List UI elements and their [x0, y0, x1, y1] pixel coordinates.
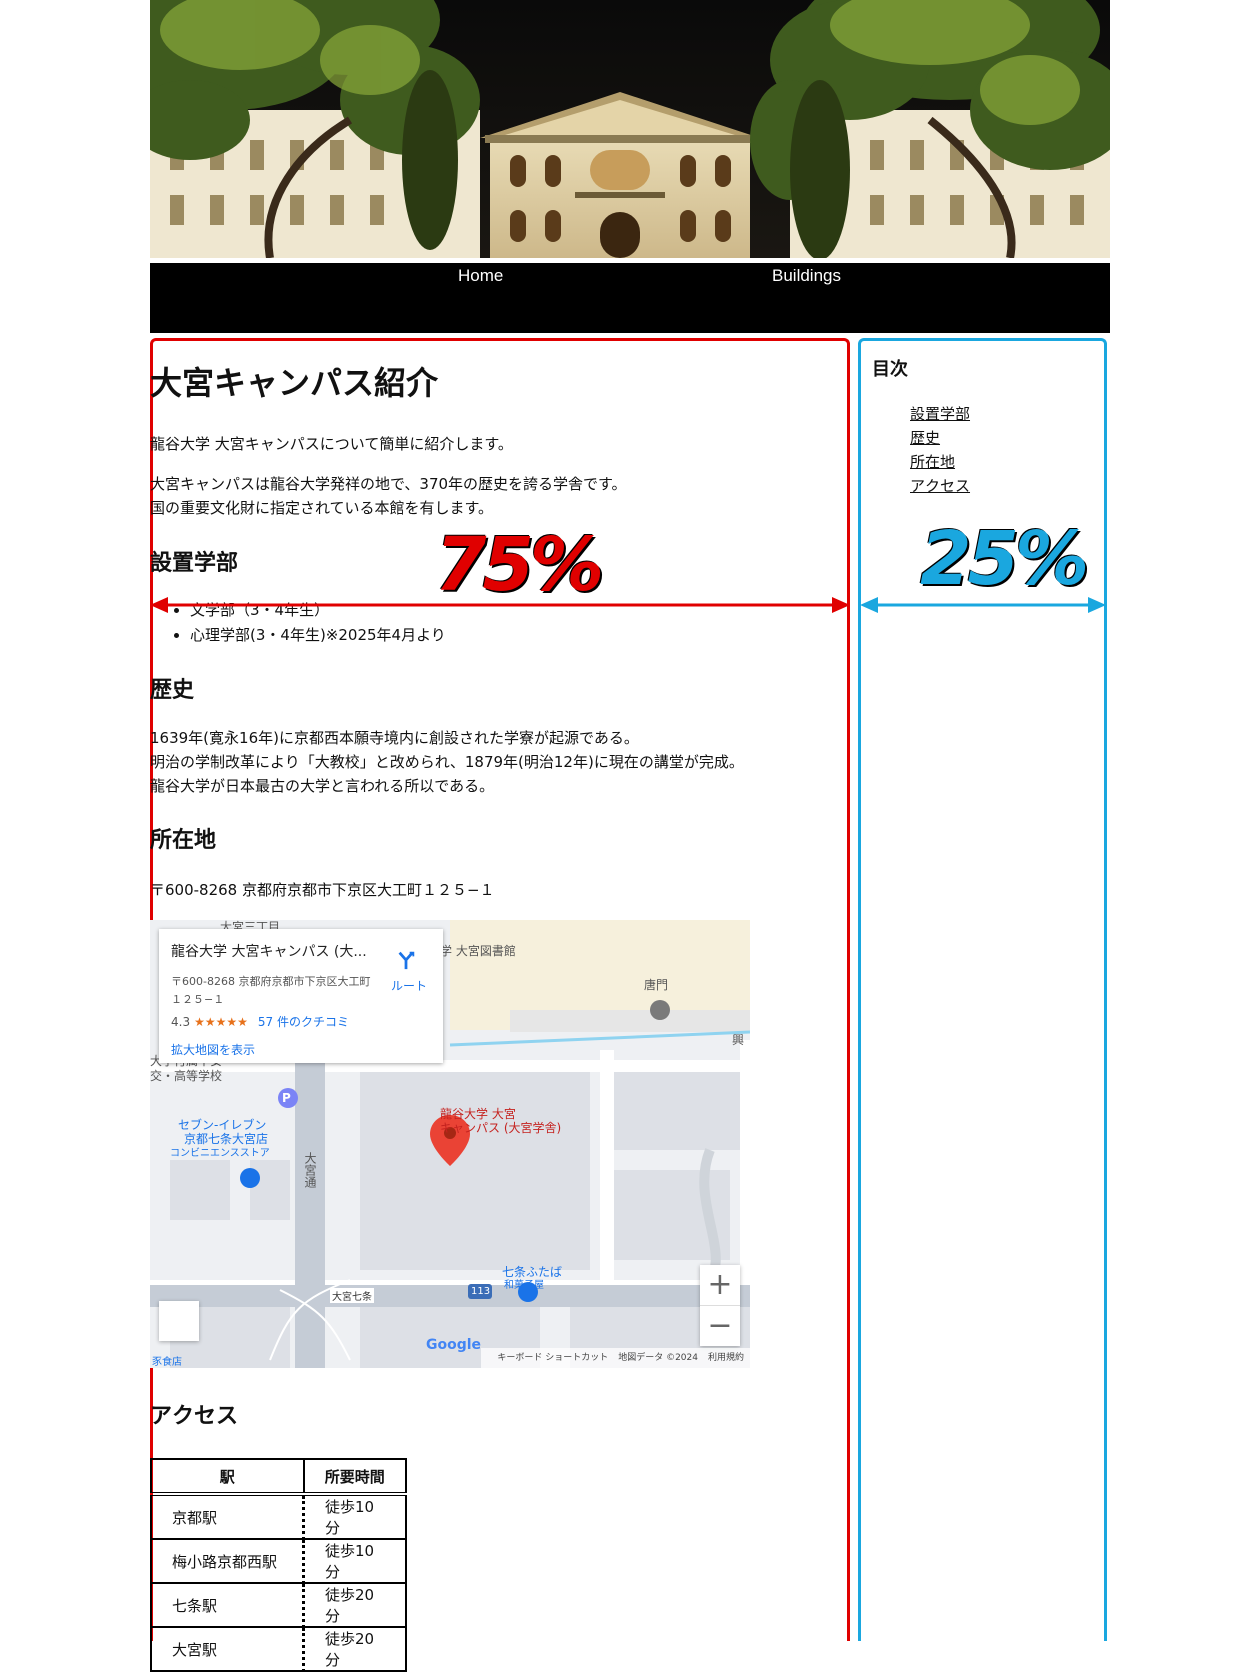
parking-icon: P: [282, 1091, 291, 1105]
zoom-control: + −: [700, 1265, 740, 1346]
toc-link-faculties[interactable]: 設置学部: [910, 405, 970, 423]
place-address: 〒600-8268 京都府京都市下京区大工町１２５−１: [171, 975, 371, 1006]
main-width-label: 75%: [435, 522, 604, 608]
toc-link-location[interactable]: 所在地: [910, 453, 955, 471]
time-cell: 徒歩10分: [302, 1493, 407, 1540]
toc-title: 目次: [872, 359, 908, 380]
toc-link-access[interactable]: アクセス: [910, 477, 970, 495]
place-rating: 4.3 ★★★★★ 57 件のクチコミ: [171, 1013, 349, 1030]
directions-label[interactable]: ルート: [391, 977, 427, 994]
map-label-shop-2: 和菓子屋: [504, 1280, 544, 1291]
google-logo: Google: [426, 1337, 482, 1353]
embedded-map[interactable]: 大宮三丁目 学 大宮図書館 唐門 興 大学付属平安 交・高等学校 P 龍谷大学 …: [150, 920, 750, 1368]
history-line-2: 明治の学制改革により「大教校」と改められ、1879年(明治12年)に現在の講堂が…: [150, 753, 744, 771]
table-row: 大宮駅 徒歩20分: [150, 1626, 407, 1672]
zoom-out-button[interactable]: −: [700, 1306, 740, 1346]
nav-home-link[interactable]: Home: [458, 266, 503, 286]
station-cell: 七条駅: [150, 1582, 305, 1628]
map-info-card: 龍谷大学 大宮キャンパス (大... 〒600-8268 京都府京都市下京区大工…: [159, 929, 443, 1063]
map-footer: キーボード ショートカット 地図データ ©2024 利用規約: [481, 1348, 750, 1368]
location-heading: 所在地: [150, 828, 217, 853]
map-label-omiya-dori: 大宮通: [303, 1152, 317, 1188]
access-heading: アクセス: [150, 1404, 239, 1429]
toc-item: 歴史: [910, 426, 970, 450]
table-header-row: 駅 所要時間: [150, 1458, 407, 1496]
map-label-bottom-left: 豕食店: [152, 1357, 182, 1368]
toc-link-history[interactable]: 歴史: [910, 429, 940, 447]
directions-icon[interactable]: [395, 949, 417, 971]
place-title: 龍谷大学 大宮キャンパス (大...: [171, 944, 367, 960]
sidebar-width-label: 25%: [920, 516, 1089, 602]
map-label-library: 学 大宮図書館: [440, 944, 516, 958]
star-rating-icon: ★★★★★: [194, 1015, 248, 1029]
map-data-credit: 地図データ ©2024: [618, 1353, 698, 1363]
keyboard-shortcuts-link[interactable]: キーボード ショートカット: [497, 1353, 608, 1363]
route-shield: 113: [471, 1286, 491, 1297]
reviews-link[interactable]: 57 件のクチコミ: [258, 1015, 349, 1029]
toc-item: 所在地: [910, 450, 970, 474]
enlarge-map-link[interactable]: 拡大地図を表示: [171, 1041, 255, 1058]
page-title: 大宮キャンパス紹介: [150, 364, 439, 402]
table-row: 京都駅 徒歩10分: [150, 1493, 407, 1540]
table-row: 七条駅 徒歩20分: [150, 1582, 407, 1628]
nav-buildings-link[interactable]: Buildings: [772, 266, 841, 286]
header-station: 駅: [150, 1458, 305, 1496]
terms-link[interactable]: 利用規約: [708, 1353, 744, 1363]
history-line-1: 1639年(寛永16年)に京都西本願寺境内に創設された学寮が起源である。: [150, 729, 639, 747]
map-label-seven-eleven-3: コンビニエンスストア: [170, 1148, 270, 1159]
toc-item: アクセス: [910, 474, 970, 498]
map-label-school-2: 交・高等学校: [150, 1069, 223, 1083]
map-label-right-edge: 興: [732, 1033, 745, 1047]
header-time: 所要時間: [302, 1458, 407, 1496]
intro-text: 龍谷大学 大宮キャンパスについて簡単に紹介します。: [150, 435, 513, 453]
toc-item: 設置学部: [910, 402, 970, 426]
history-heading: 歴史: [150, 678, 195, 703]
rating-value: 4.3: [171, 1015, 191, 1029]
street-view-button[interactable]: [159, 1301, 199, 1341]
map-label-karamon: 唐門: [644, 978, 669, 992]
nav-bar: Home Buildings: [150, 263, 1110, 333]
time-cell: 徒歩20分: [302, 1582, 407, 1628]
map-label-intersection: 大宮七条: [330, 1288, 374, 1303]
toc-list: 設置学部 歴史 所在地 アクセス: [910, 402, 970, 498]
time-cell: 徒歩10分: [302, 1538, 407, 1584]
description-line-2: 国の重要文化財に指定されている本館を有します。: [150, 499, 494, 517]
station-cell: 大宮駅: [150, 1626, 305, 1672]
access-table: 駅 所要時間 京都駅 徒歩10分 梅小路京都西駅 徒歩10分 七条駅 徒歩20分…: [150, 1458, 407, 1672]
faculties-heading: 設置学部: [150, 551, 239, 576]
table-row: 梅小路京都西駅 徒歩10分: [150, 1538, 407, 1584]
map-pin-label-2: キャンパス (大宮学舎): [440, 1121, 562, 1135]
station-cell: 梅小路京都西駅: [150, 1538, 305, 1584]
description-line-1: 大宮キャンパスは龍谷大学発祥の地で、370年の歴史を誇る学舎です。: [150, 475, 627, 493]
hero-image: [150, 0, 1110, 258]
history-line-3: 龍谷大学が日本最古の大学と言われる所以である。: [150, 777, 495, 795]
address-text: 〒600-8268 京都府京都市下京区大工町１２５−１: [150, 881, 495, 899]
time-cell: 徒歩20分: [302, 1626, 407, 1672]
zoom-in-button[interactable]: +: [700, 1265, 740, 1305]
list-item: 心理学部(3・4年生)※2025年4月より: [190, 623, 446, 648]
station-cell: 京都駅: [150, 1493, 305, 1540]
